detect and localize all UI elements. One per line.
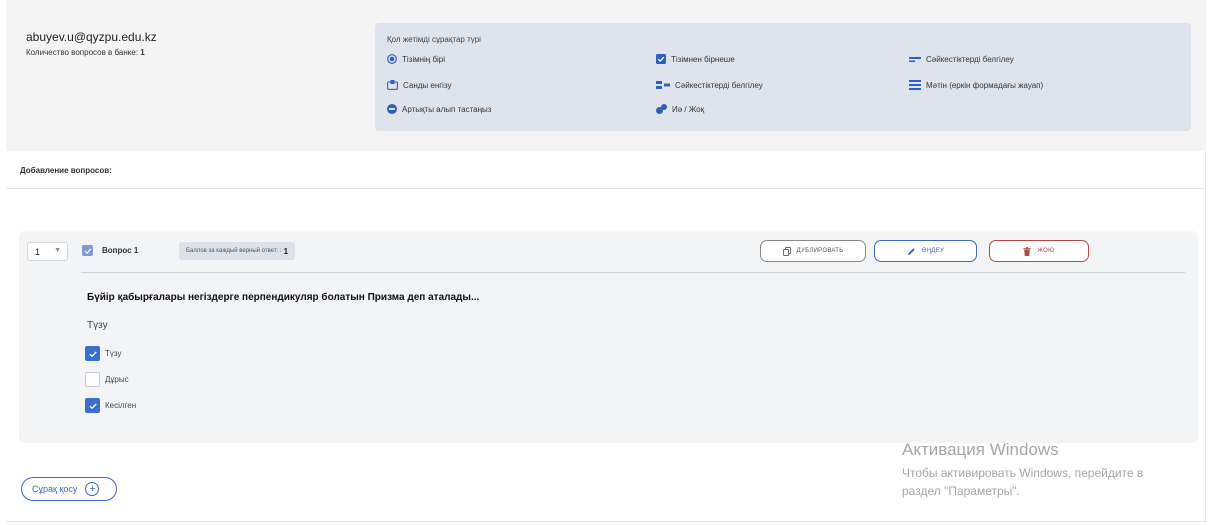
answer-text: Түзу bbox=[87, 320, 108, 331]
edit-button[interactable]: ӨҢДЕУ bbox=[874, 240, 977, 262]
user-email: abuyev.u@qyzpu.edu.kz bbox=[26, 30, 157, 44]
question-text: Бүйір қабырғалары негіздерге перпендикул… bbox=[87, 292, 480, 303]
answer-option[interactable]: Дұрыс bbox=[85, 372, 129, 387]
type-free-text: Мәтін (еркін формадағы жауап) bbox=[909, 80, 1043, 90]
type-label: Артықты алып тастаңыз bbox=[402, 104, 492, 114]
option-checkbox[interactable] bbox=[85, 372, 100, 387]
checkbox-icon bbox=[656, 54, 666, 64]
delete-button[interactable]: ЖОЮ bbox=[989, 240, 1089, 262]
text-lines-icon bbox=[909, 80, 921, 90]
type-matching-short: Сәйкестіктерді белгілеу bbox=[909, 54, 1014, 64]
plus-icon: + bbox=[85, 482, 100, 496]
duplicate-button[interactable]: ДУБЛИРОВАТЬ bbox=[760, 240, 866, 262]
option-checkbox[interactable] bbox=[85, 346, 100, 361]
question-number: 1 bbox=[35, 246, 41, 257]
option-label: Дұрыс bbox=[105, 375, 129, 384]
option-label: Түзу bbox=[105, 349, 122, 358]
points-value: 1 bbox=[283, 246, 289, 256]
question-select-checkbox[interactable] bbox=[82, 245, 93, 256]
add-question-label: Сұрақ қосу bbox=[32, 484, 78, 494]
bank-count-value: 1 bbox=[140, 48, 145, 57]
edit-label: ӨҢДЕУ bbox=[921, 248, 945, 254]
type-label: Сәйкестіктерді белгілеу bbox=[675, 80, 763, 90]
header: abuyev.u@qyzpu.edu.kz Количество вопросо… bbox=[6, 0, 1206, 151]
card-divider bbox=[81, 272, 1185, 273]
check-icon bbox=[89, 403, 97, 409]
type-label: Сәйкестіктерді белгілеу bbox=[926, 54, 1014, 64]
answer-option[interactable]: Түзу bbox=[85, 346, 121, 361]
copy-icon bbox=[782, 246, 791, 256]
question-title: Вопрос 1 bbox=[102, 246, 139, 255]
number-input-icon bbox=[387, 80, 398, 90]
question-types-panel: Қол жетімді сұрақтар түрі Тізімнің бірі … bbox=[375, 23, 1191, 131]
yes-no-icon bbox=[656, 104, 667, 114]
type-label: Тізімнің бірі bbox=[402, 54, 446, 64]
answer-option[interactable]: Кесілген bbox=[85, 398, 136, 413]
add-questions-label: Добавление вопросов: bbox=[20, 166, 112, 175]
type-number-input: Санды енгізу bbox=[387, 80, 452, 90]
pencil-icon bbox=[907, 247, 915, 255]
matching-icon bbox=[656, 81, 670, 89]
question-types-title: Қол жетімді сұрақтар түрі bbox=[387, 35, 481, 44]
divider bbox=[6, 188, 1206, 189]
watermark-line-1: Чтобы активировать Windows, перейдите в bbox=[902, 466, 1144, 480]
type-label: Мәтін (еркін формадағы жауап) bbox=[926, 80, 1044, 90]
type-matching: Сәйкестіктерді белгілеу bbox=[656, 80, 763, 90]
type-label: Санды енгізу bbox=[403, 80, 452, 90]
points-label: Баллов за каждый верный ответ: : bbox=[186, 248, 282, 254]
page: abuyev.u@qyzpu.edu.kz Количество вопросо… bbox=[6, 0, 1206, 522]
windows-activation-watermark: Активация Windows Чтобы активировать Win… bbox=[902, 440, 1143, 500]
check-icon bbox=[84, 248, 91, 254]
question-card: 1 ▼ Вопрос 1 Баллов за каждый верный отв… bbox=[19, 231, 1198, 443]
trash-icon bbox=[1023, 246, 1031, 256]
points-badge: Баллов за каждый верный ответ: : 1 bbox=[179, 242, 296, 260]
type-single-choice: Тізімнің бірі bbox=[387, 54, 445, 64]
option-label: Кесілген bbox=[105, 401, 137, 410]
type-yes-no: Иә / Жоқ bbox=[656, 104, 704, 114]
option-checkbox[interactable] bbox=[85, 398, 100, 413]
minus-circle-icon bbox=[387, 104, 397, 114]
type-remove-extra: Артықты алып тастаңыз bbox=[387, 104, 491, 114]
chevron-down-icon: ▼ bbox=[54, 247, 61, 254]
delete-label: ЖОЮ bbox=[1037, 248, 1055, 254]
question-number-select[interactable]: 1 ▼ bbox=[27, 242, 68, 261]
type-multiple-choice: Тізімнен бірнеше bbox=[656, 54, 735, 64]
add-question-button[interactable]: Сұрақ қосу + bbox=[21, 477, 117, 501]
bank-count: Количество вопросов в банке: 1 bbox=[26, 48, 145, 57]
watermark-title: Активация Windows bbox=[902, 440, 1059, 459]
check-icon bbox=[89, 351, 97, 357]
type-label: Тізімнен бірнеше bbox=[671, 54, 735, 64]
watermark-line-2: раздел "Параметры". bbox=[902, 484, 1020, 498]
type-label: Иә / Жоқ bbox=[672, 104, 705, 114]
duplicate-label: ДУБЛИРОВАТЬ bbox=[796, 248, 844, 254]
short-line-icon bbox=[909, 57, 921, 62]
radio-icon bbox=[387, 54, 397, 64]
bank-count-label: Количество вопросов в банке: bbox=[26, 48, 139, 57]
